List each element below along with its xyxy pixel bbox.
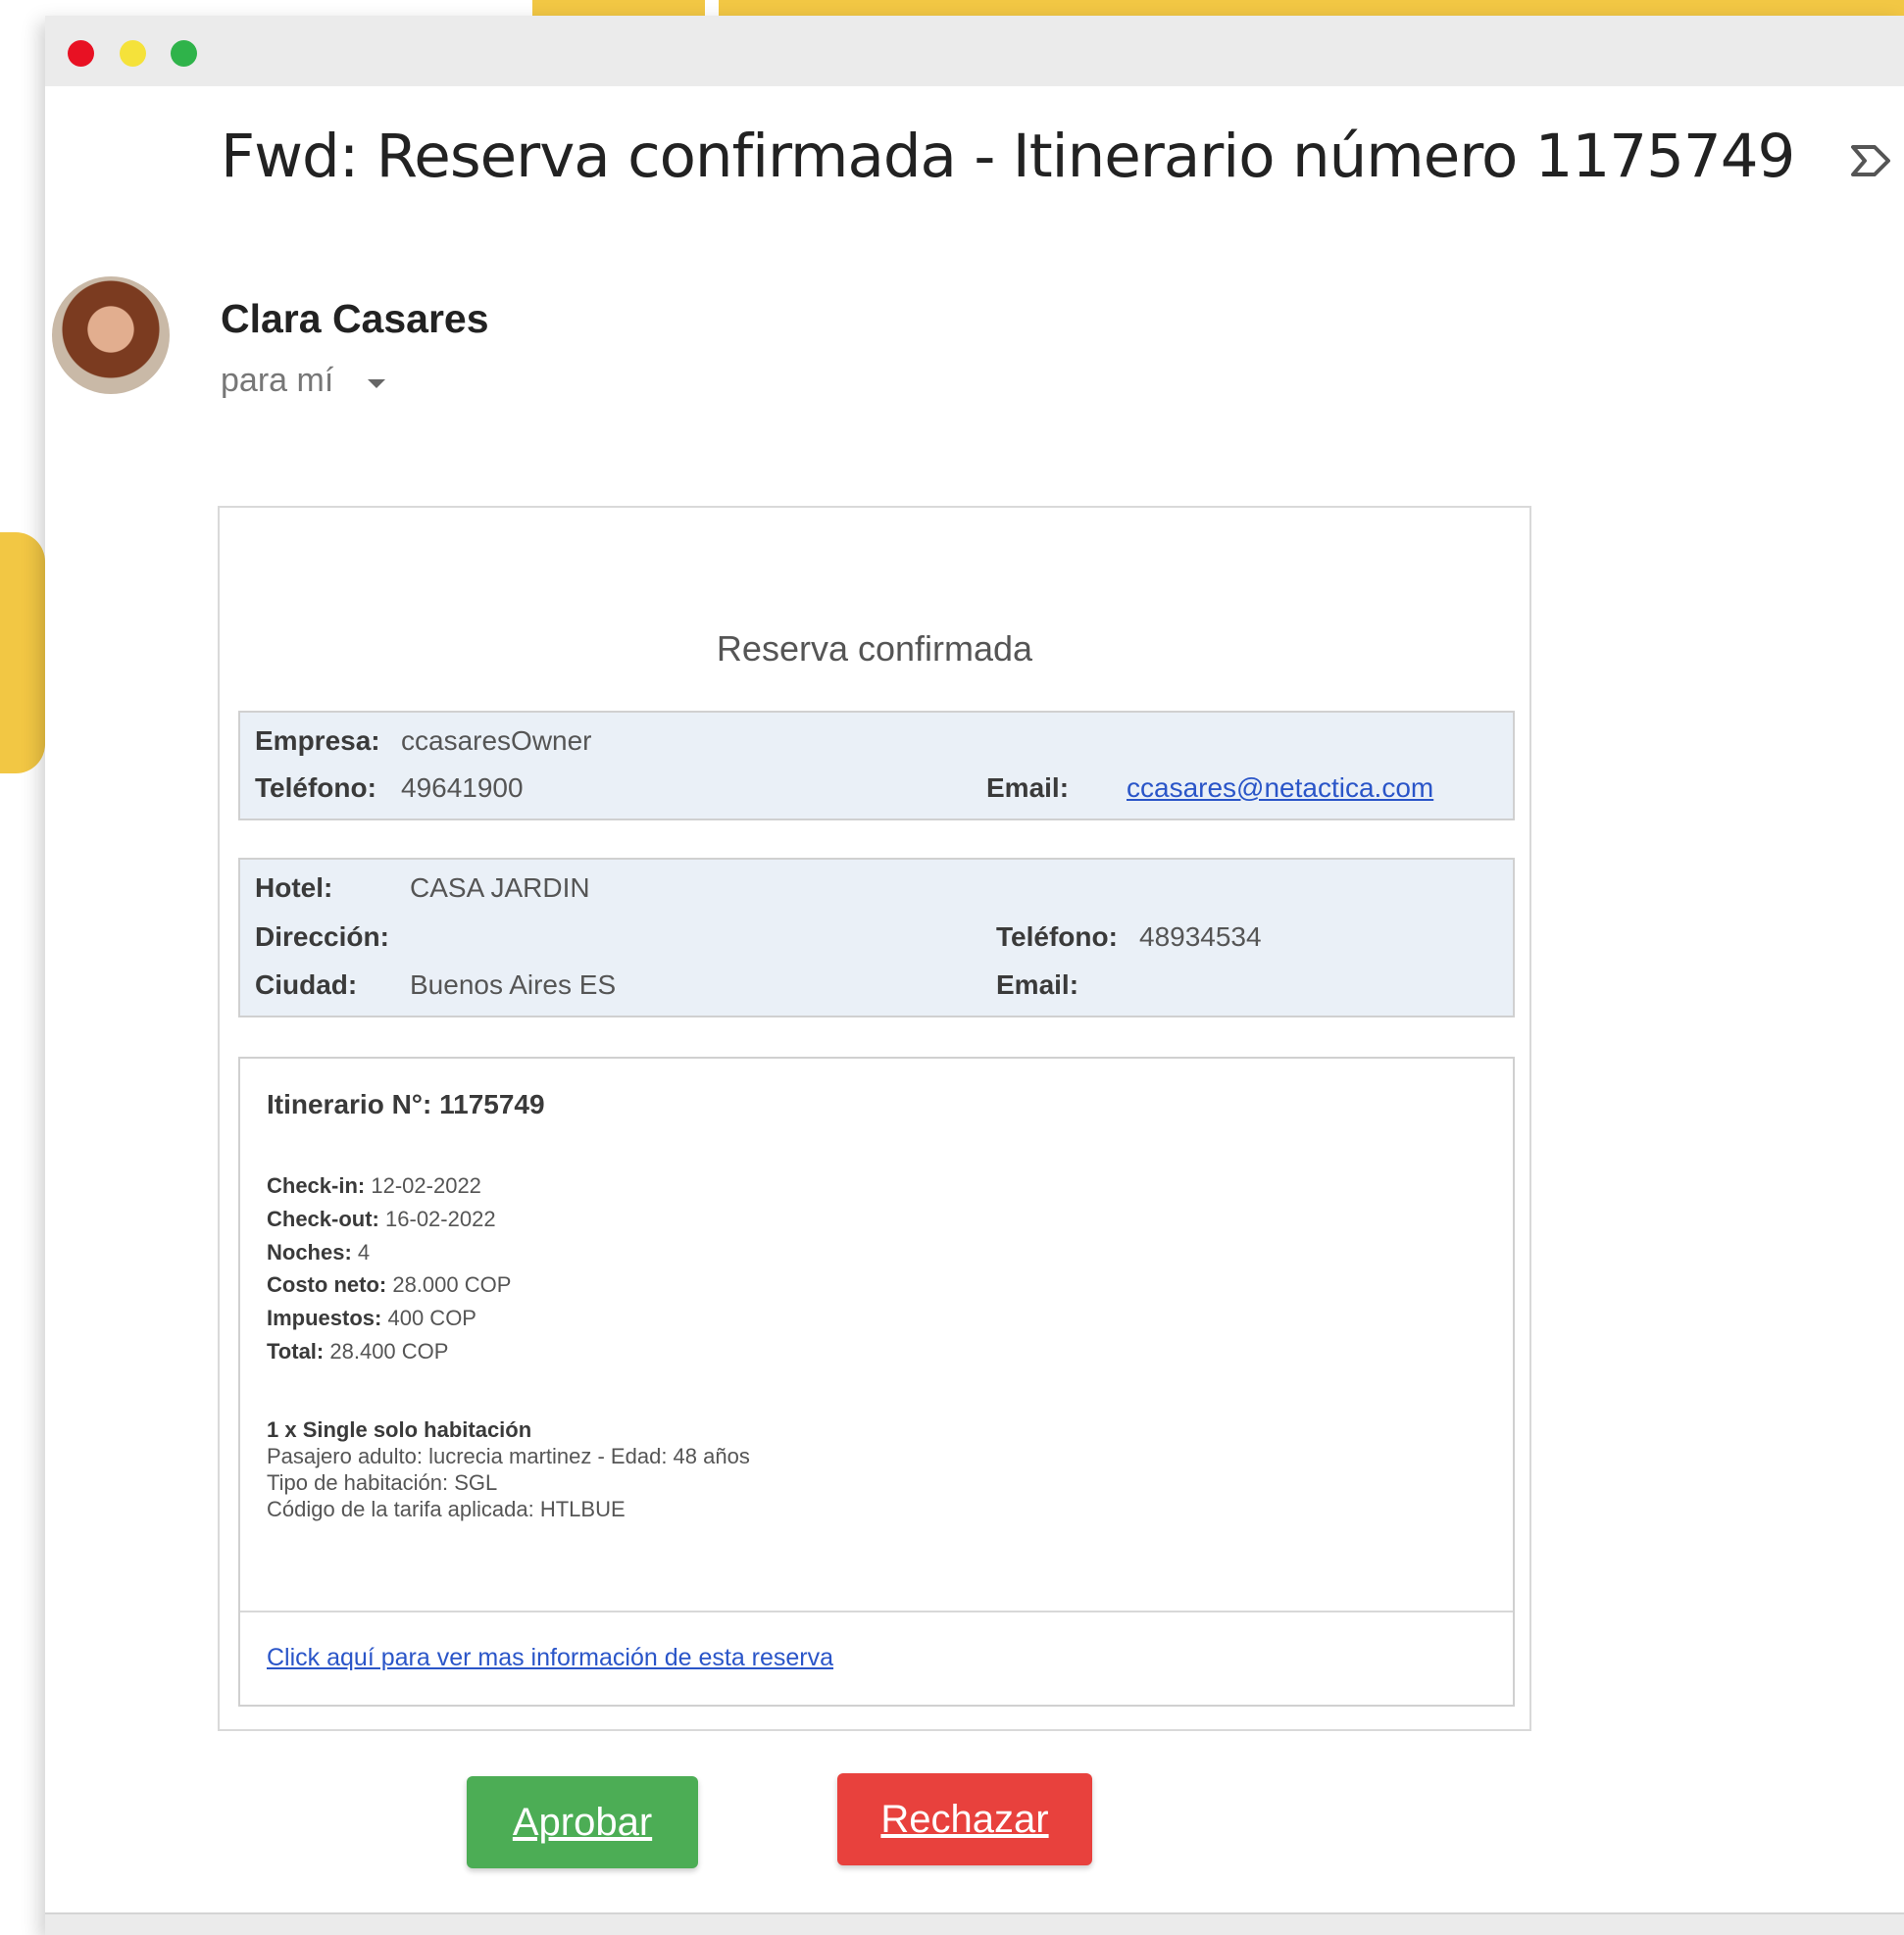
checkout-line: Check-out: 16-02-2022 [267,1207,496,1231]
maximize-dot-icon[interactable] [171,40,197,67]
close-dot-icon[interactable] [68,40,94,67]
minimize-dot-icon[interactable] [120,40,146,67]
checkin-line: Check-in: 12-02-2022 [267,1173,481,1198]
label-icon[interactable] [1849,141,1892,180]
approve-button[interactable]: Aprobar [467,1776,698,1868]
ciudad-value: Buenos Aires ES [410,969,617,1000]
room-rate: Código de la tarifa aplicada: HTLBUE [267,1497,626,1521]
hotel-label: Hotel: [255,872,333,903]
impuestos-line: Impuestos: 400 COP [267,1306,476,1330]
company-email-link[interactable]: ccasares@netactica.com [1127,772,1433,804]
room-type: Tipo de habitación: SGL [267,1470,498,1495]
bottom-bar [45,1912,1904,1935]
email-window: Fwd: Reserva confirmada - Itinerario núm… [45,16,1904,1935]
hotel-telefono-value: 48934534 [1139,921,1262,952]
avatar [52,276,170,394]
hotel-info: Hotel: CASA JARDIN Dirección: Teléfono: … [238,858,1515,1017]
email-label: Email: [986,772,1070,803]
telefono-label: Teléfono: [255,772,376,803]
recipient-label[interactable]: para mí [221,362,333,400]
hotel-telefono-label: Teléfono: [996,921,1118,952]
ciudad-label: Ciudad: [255,969,358,1000]
card-title: Reserva confirmada [716,628,1033,669]
decor-tab [0,532,45,773]
room-title: 1 x Single solo habitación [267,1417,532,1442]
company-info: Empresa: ccasaresOwner Teléfono: 4964190… [238,711,1515,820]
chevron-down-icon[interactable] [368,379,385,388]
direccion-label: Dirección: [255,921,389,952]
room-passenger: Pasajero adulto: lucrecia martinez - Eda… [267,1444,750,1468]
noches-line: Noches: 4 [267,1240,371,1265]
itinerary-box: Itinerario N°: 1175749 Check-in: 12-02-2… [238,1057,1515,1707]
telefono-value: 49641900 [401,772,524,803]
total-line: Total: 28.400 COP [267,1339,449,1364]
more-info-link[interactable]: Click aquí para ver mas información de e… [267,1644,833,1672]
reject-button[interactable]: Rechazar [837,1773,1092,1865]
title-bar [45,16,1904,86]
divider [240,1611,1513,1612]
costo-line: Costo neto: 28.000 COP [267,1272,512,1297]
empresa-label: Empresa: [255,725,380,756]
empresa-value: ccasaresOwner [401,725,592,756]
hotel-value: CASA JARDIN [410,872,590,903]
itinerary-title: Itinerario N°: 1175749 [267,1089,545,1119]
email-subject: Fwd: Reserva confirmada - Itinerario núm… [221,122,1795,191]
hotel-email-label: Email: [996,969,1079,1000]
reservation-card: Reserva confirmada Empresa: ccasaresOwne… [218,506,1531,1731]
sender-name: Clara Casares [221,296,489,341]
